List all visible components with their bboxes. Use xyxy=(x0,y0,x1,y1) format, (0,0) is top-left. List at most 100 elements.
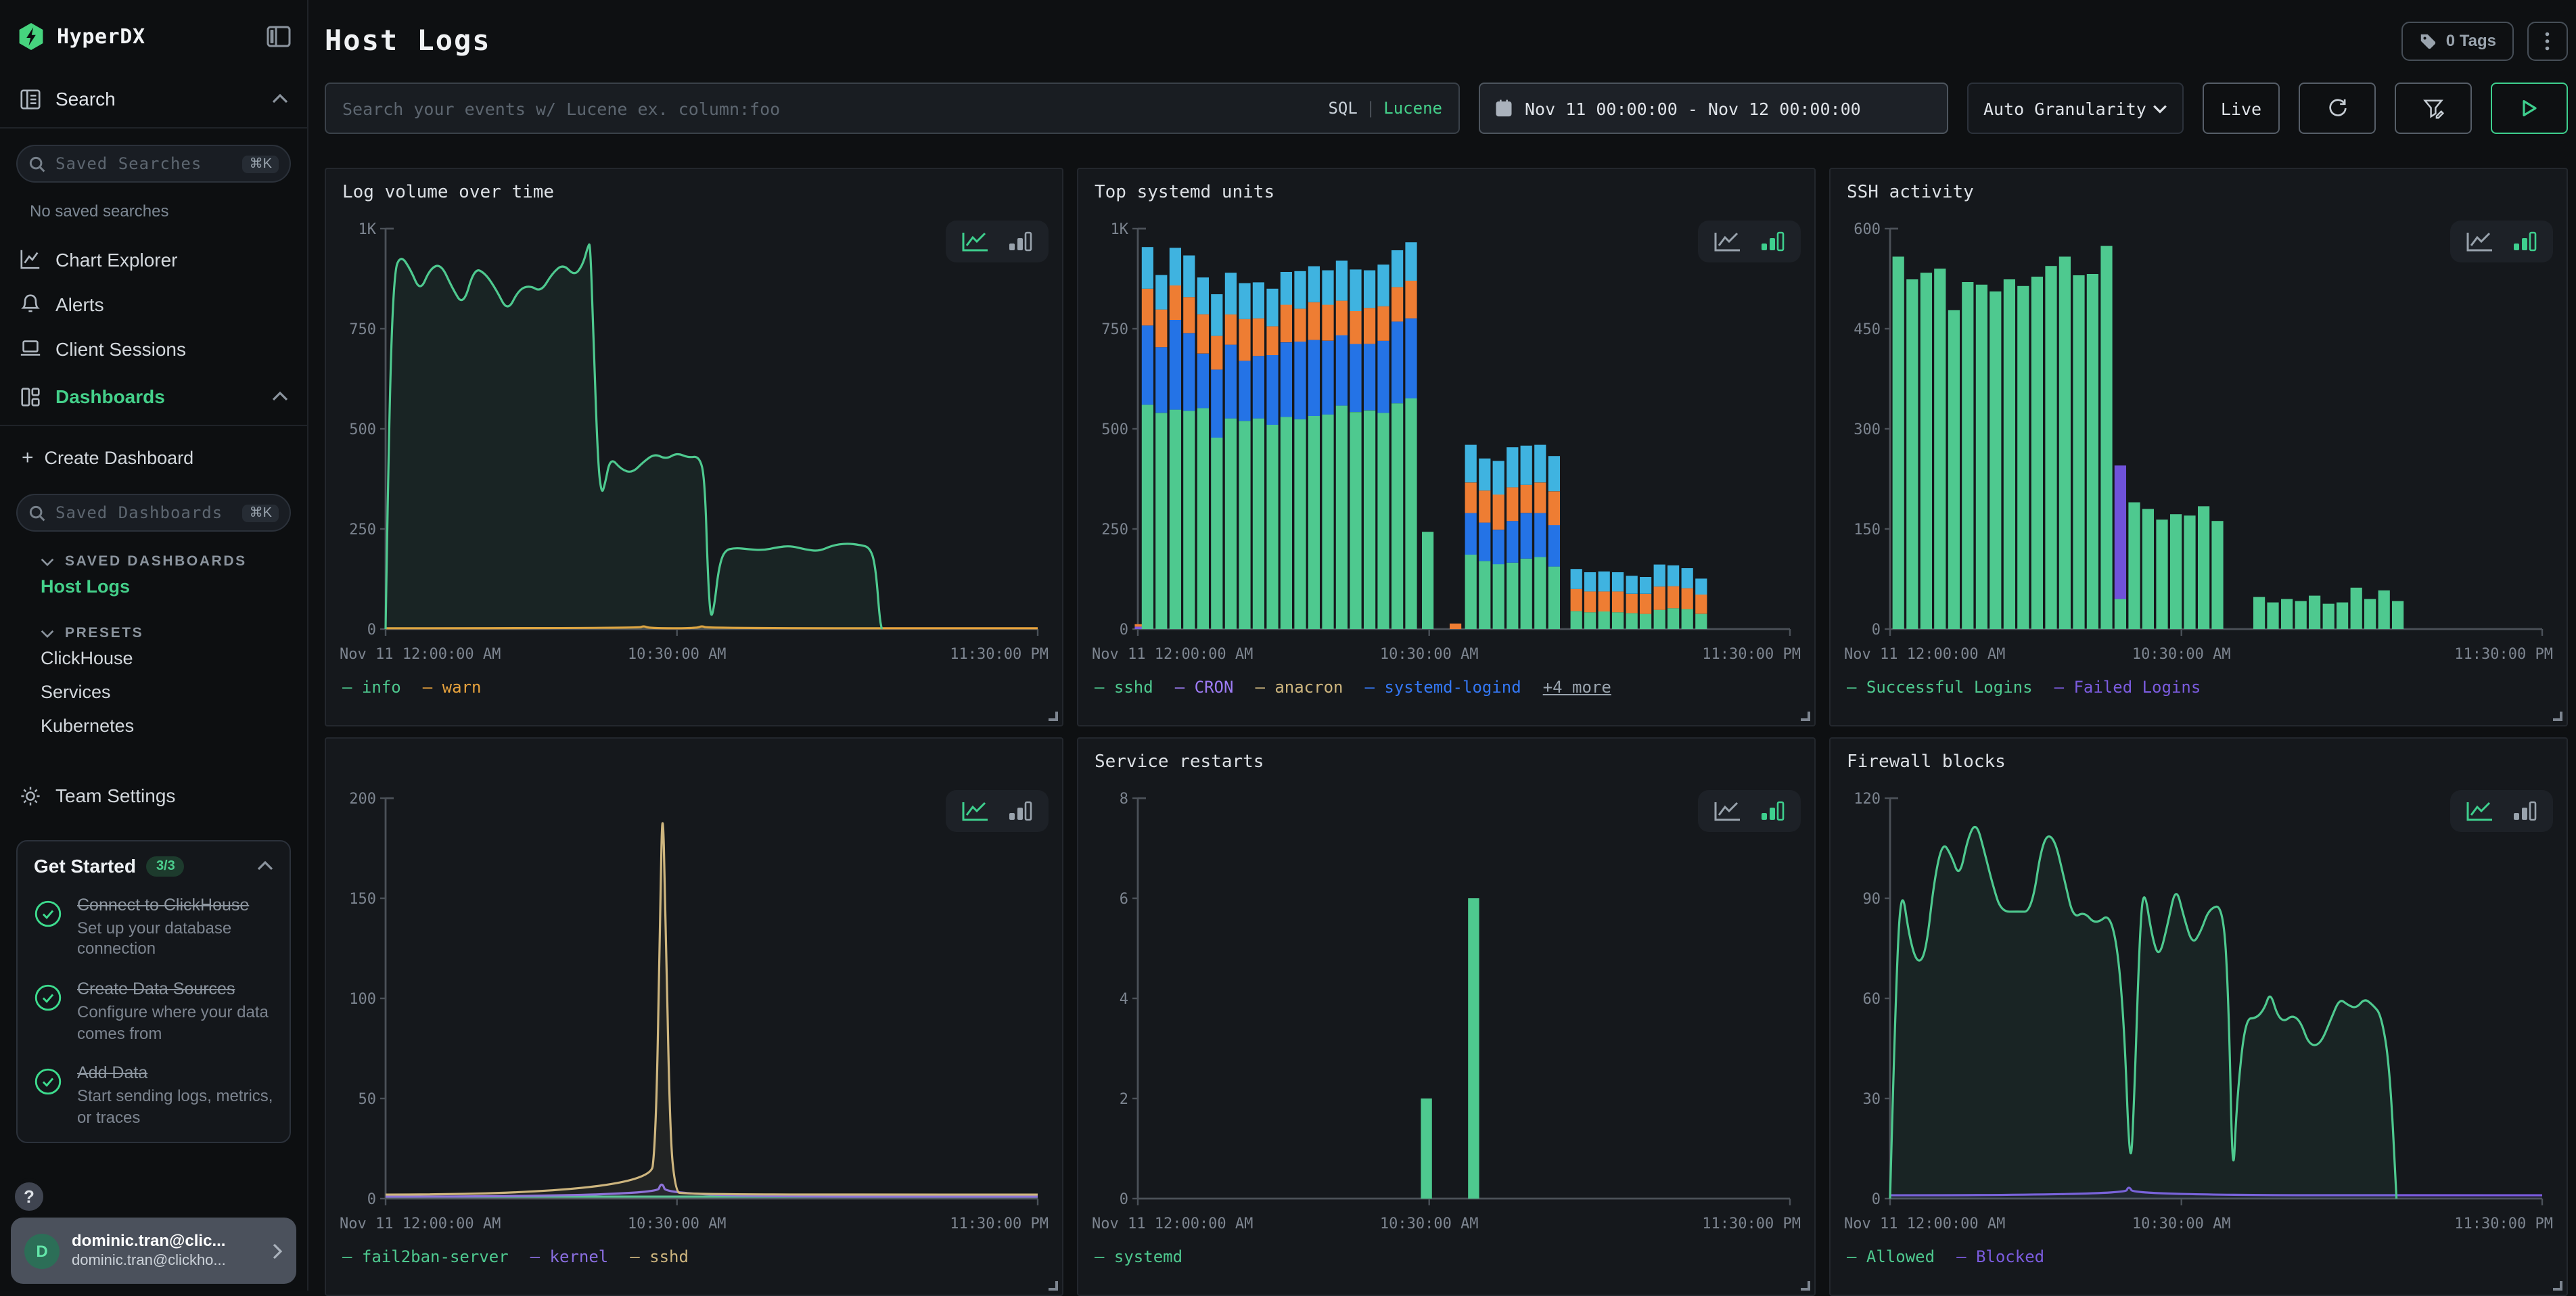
svg-text:4: 4 xyxy=(1120,991,1128,1008)
svg-text:500: 500 xyxy=(349,421,376,438)
chart-type-toggle xyxy=(2450,790,2553,832)
presets-section-header[interactable]: PRESETS xyxy=(0,625,307,641)
saved-searches-input[interactable]: Saved Searches ⌘K xyxy=(16,145,291,183)
dashboard-menu-button[interactable] xyxy=(2527,21,2568,60)
legend-item[interactable]: — systemd xyxy=(1095,1247,1182,1266)
line-chart-icon[interactable] xyxy=(2460,227,2500,256)
legend-item[interactable]: — anacron xyxy=(1255,678,1343,697)
chart-plot[interactable]: 02505007501KNov 11 12:00:00 AM10:30:00 A… xyxy=(1092,212,1801,670)
sidebar-item-services[interactable]: Services xyxy=(0,675,307,709)
resize-handle[interactable] xyxy=(1049,712,1058,721)
get-started-item[interactable]: Add DataStart sending logs, metrics, or … xyxy=(34,1062,273,1128)
sql-mode-toggle[interactable]: SQL xyxy=(1328,99,1357,118)
get-started-item-desc: Start sending logs, metrics, or traces xyxy=(77,1086,273,1128)
svg-text:0: 0 xyxy=(1872,622,1881,639)
legend-item[interactable]: — systemd-logind xyxy=(1365,678,1521,697)
bar-chart-icon[interactable] xyxy=(1753,227,1791,256)
chart-plot[interactable]: 0150300450600Nov 11 12:00:00 AM10:30:00 … xyxy=(1844,212,2553,670)
live-button[interactable]: Live xyxy=(2203,83,2280,134)
sidebar-item-host-logs[interactable]: Host Logs xyxy=(0,570,307,603)
chevron-right-icon xyxy=(272,1243,283,1259)
panel-systemd-units: Top systemd units02505007501KNov 11 12:0… xyxy=(1077,168,1816,726)
panel-firewall-blocks: Firewall blocks0306090120Nov 11 12:00:00… xyxy=(1829,737,2568,1296)
chart-plot[interactable]: 02505007501KNov 11 12:00:00 AM10:30:00 A… xyxy=(340,212,1049,670)
resize-handle[interactable] xyxy=(1801,1281,1810,1291)
date-range-input[interactable]: Nov 11 00:00:00 - Nov 12 00:00:00 xyxy=(1479,83,1948,134)
run-query-button[interactable] xyxy=(2491,83,2568,134)
sidebar-item-client-sessions[interactable]: Client Sessions xyxy=(0,326,307,371)
collapse-sidebar-button[interactable] xyxy=(267,26,291,47)
bar-chart-icon[interactable] xyxy=(1001,227,1039,256)
bar-chart-icon[interactable] xyxy=(2506,227,2544,256)
refresh-button[interactable] xyxy=(2299,83,2376,134)
page-title: Host Logs xyxy=(325,24,491,57)
panel-title: SSH activity xyxy=(1831,169,2567,212)
line-chart-icon[interactable] xyxy=(955,227,996,256)
check-circle-icon xyxy=(34,894,64,961)
legend-item[interactable]: — warn xyxy=(423,678,482,697)
legend-item[interactable]: — sshd xyxy=(630,1247,689,1266)
saved-dashboards-section-header[interactable]: SAVED DASHBOARDS xyxy=(0,553,307,570)
sidebar-item-clickhouse[interactable]: ClickHouse xyxy=(0,641,307,675)
legend-item[interactable]: — Allowed xyxy=(1847,1247,1935,1266)
granularity-select[interactable]: Auto Granularity xyxy=(1967,83,2184,134)
user-menu[interactable]: D dominic.tran@clic... dominic.tran@clic… xyxy=(11,1218,296,1284)
sidebar-item-dashboards[interactable]: Dashboards xyxy=(0,373,307,419)
bar-chart-icon[interactable] xyxy=(1753,797,1791,825)
chart-type-toggle xyxy=(1698,790,1801,832)
chevron-up-icon[interactable] xyxy=(257,860,273,871)
svg-text:2: 2 xyxy=(1120,1091,1128,1108)
divider xyxy=(0,127,307,129)
sidebar-item-team-settings[interactable]: Team Settings xyxy=(0,772,307,818)
legend-item[interactable]: — fail2ban-server xyxy=(342,1247,509,1266)
event-search-input[interactable]: Search your events w/ Lucene ex. column:… xyxy=(325,83,1460,134)
chart-legend: — Allowed — Blocked xyxy=(1831,1239,2567,1266)
tags-button[interactable]: 0 Tags xyxy=(2401,21,2514,60)
resize-handle[interactable] xyxy=(2553,712,2562,721)
svg-text:8: 8 xyxy=(1120,791,1128,808)
chevron-down-icon xyxy=(2153,103,2167,113)
calendar-icon xyxy=(1495,99,1513,118)
get-started-item[interactable]: Connect to ClickHouseSet up your databas… xyxy=(34,894,273,961)
legend-item[interactable]: — sshd xyxy=(1095,678,1153,697)
chart-plot[interactable]: 02468Nov 11 12:00:00 AM10:30:00 AM11:30:… xyxy=(1092,782,1801,1239)
legend-item[interactable]: — CRON xyxy=(1175,678,1234,697)
lucene-mode-toggle[interactable]: Lucene xyxy=(1383,99,1442,118)
filter-button[interactable] xyxy=(2395,83,2472,134)
section-label: PRESETS xyxy=(65,625,143,641)
get-started-item[interactable]: Create Data SourcesConfigure where your … xyxy=(34,978,273,1044)
bar-chart-icon[interactable] xyxy=(2506,797,2544,825)
legend-item[interactable]: — info xyxy=(342,678,401,697)
sidebar-item-chart-explorer[interactable]: Chart Explorer xyxy=(0,237,307,281)
legend-more-link[interactable]: +4 more xyxy=(1543,678,1611,697)
sidebar-item-kubernetes[interactable]: Kubernetes xyxy=(0,709,307,743)
resize-handle[interactable] xyxy=(1801,712,1810,721)
resize-handle[interactable] xyxy=(2553,1281,2562,1291)
play-icon xyxy=(2521,99,2538,118)
line-chart-icon[interactable] xyxy=(955,797,996,825)
svg-text:120: 120 xyxy=(1854,791,1881,808)
legend-item[interactable]: — Blocked xyxy=(1956,1247,2044,1266)
legend-item[interactable]: — Successful Logins xyxy=(1847,678,2033,697)
help-button[interactable]: ? xyxy=(11,1178,47,1215)
line-chart-icon[interactable] xyxy=(1707,227,1748,256)
saved-dashboards-input[interactable]: Saved Dashboards ⌘K xyxy=(16,494,291,532)
get-started-item-title: Create Data Sources xyxy=(77,978,273,1001)
bar-chart-icon[interactable] xyxy=(1001,797,1039,825)
line-chart-icon[interactable] xyxy=(1707,797,1748,825)
legend-item[interactable]: — Failed Logins xyxy=(2054,678,2201,697)
chart-plot[interactable]: 0306090120Nov 11 12:00:00 AM10:30:00 AM1… xyxy=(1844,782,2553,1239)
legend-item[interactable]: — kernel xyxy=(530,1247,609,1266)
sidebar-item-search[interactable]: Search xyxy=(0,76,307,122)
sidebar-item-alerts[interactable]: Alerts xyxy=(0,281,307,326)
check-circle-icon xyxy=(34,978,64,1044)
svg-text:10:30:00 AM: 10:30:00 AM xyxy=(628,1216,727,1232)
svg-text:0: 0 xyxy=(367,622,376,639)
line-chart-icon[interactable] xyxy=(2460,797,2500,825)
chevron-down-icon xyxy=(41,628,54,638)
chart-plot[interactable]: 050100150200Nov 11 12:00:00 AM10:30:00 A… xyxy=(340,782,1049,1239)
svg-text:0: 0 xyxy=(1120,622,1128,639)
create-dashboard-button[interactable]: + Create Dashboard xyxy=(0,437,307,478)
create-dashboard-label: Create Dashboard xyxy=(45,447,194,467)
resize-handle[interactable] xyxy=(1049,1281,1058,1291)
